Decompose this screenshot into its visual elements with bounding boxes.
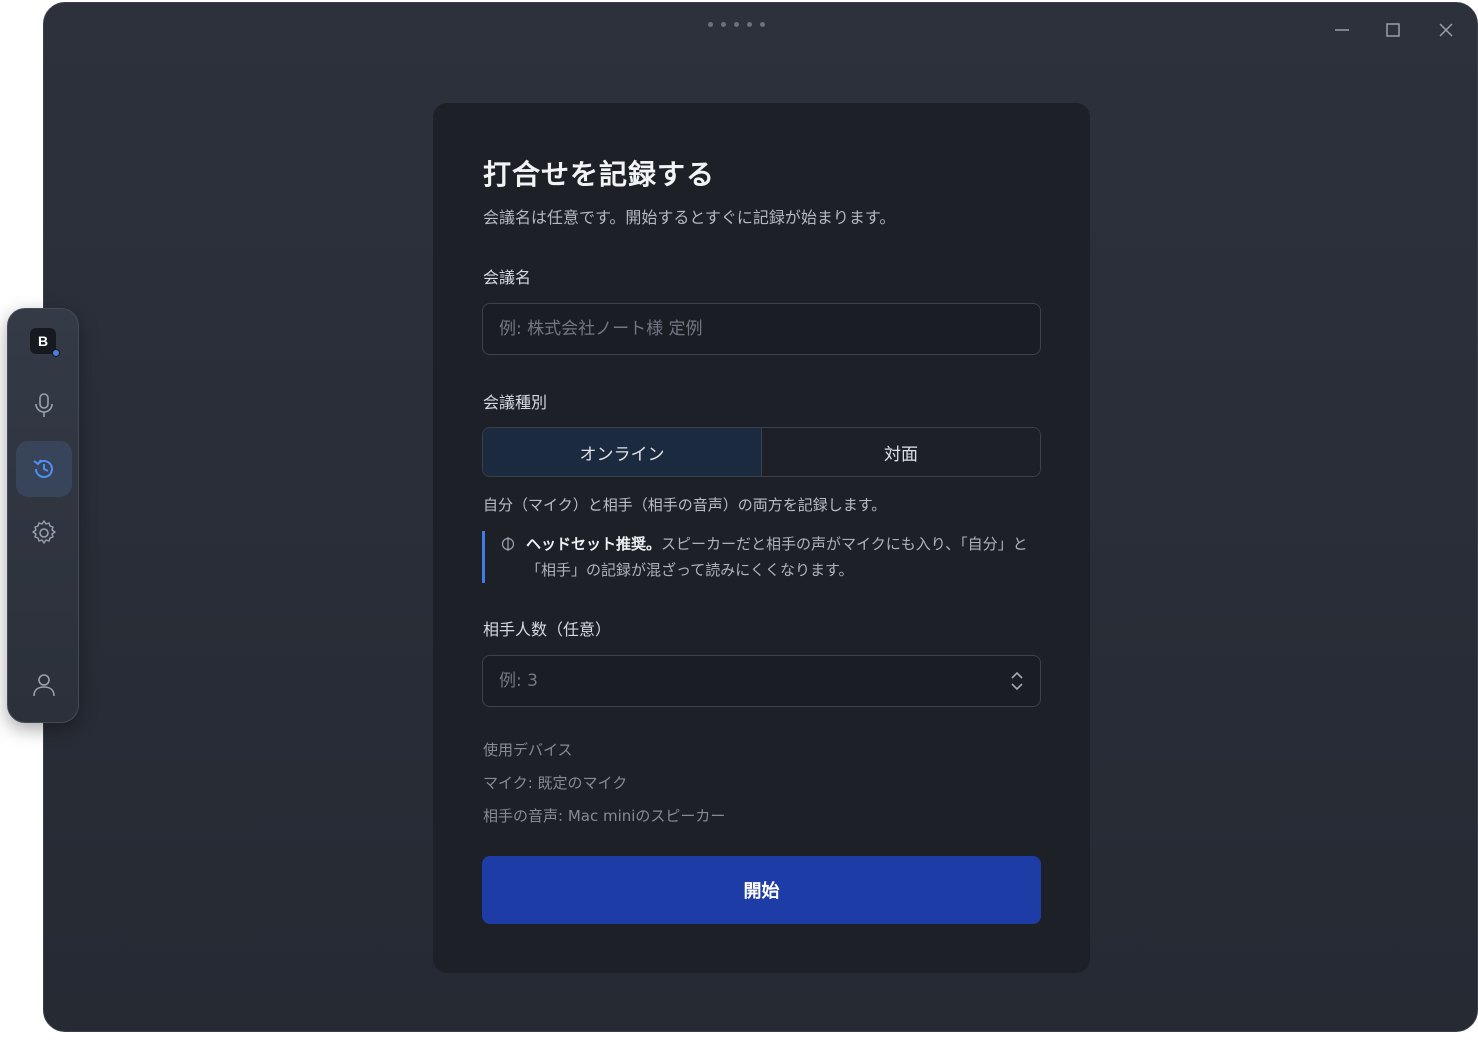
note-text: ヘッドセット推奨。スピーカーだと相手の声がマイクにも入り、「自分」と「相手」の記…: [526, 531, 1038, 583]
stepper-icon: [1011, 671, 1023, 691]
meeting-type-online[interactable]: オンライン: [483, 428, 762, 476]
maximize-button[interactable]: [1380, 17, 1406, 43]
history-icon: [33, 459, 53, 478]
meeting-type-label: 会議種別: [483, 393, 548, 412]
record-meeting-card: 打合せを記録する 会議名は任意です。開始するとすぐに記録が始まります。 会議名 …: [433, 103, 1090, 973]
drag-handle[interactable]: [708, 22, 765, 27]
sidebar-item-history[interactable]: [16, 441, 72, 497]
user-icon: [33, 674, 55, 697]
start-button[interactable]: 開始: [482, 856, 1041, 924]
speaker-device: 相手の音声: Mac miniのスピーカー: [483, 807, 726, 825]
maximize-icon: [1386, 23, 1400, 37]
close-icon: [1439, 23, 1453, 37]
sidebar-item-settings[interactable]: [16, 505, 72, 561]
sidebar-item-account[interactable]: [16, 657, 72, 713]
sidebar: B: [7, 308, 79, 723]
microphone-device: マイク: 既定のマイク: [483, 774, 628, 792]
sidebar-item-microphone[interactable]: [16, 377, 72, 433]
participants-label: 相手人数（任意）: [483, 620, 612, 639]
page-title: 打合せを記録する: [483, 158, 716, 191]
headset-recommendation-note: ヘッドセット推奨。スピーカーだと相手の声がマイクにも入り、「自分」と「相手」の記…: [482, 531, 1038, 583]
meeting-type-toggle: オンライン 対面: [482, 427, 1041, 477]
recording-hint: 自分（マイク）と相手（相手の音声）の両方を記録します。: [483, 496, 887, 514]
minimize-icon: [1335, 29, 1349, 31]
info-icon: [501, 535, 515, 557]
page-subtitle: 会議名は任意です。開始するとすぐに記録が始まります。: [483, 208, 896, 227]
meeting-type-in-person[interactable]: 対面: [762, 428, 1040, 476]
status-dot: [52, 349, 60, 357]
microphone-icon: [35, 393, 53, 417]
gear-icon: [32, 520, 56, 544]
minimize-button[interactable]: [1329, 17, 1355, 43]
participants-input[interactable]: [482, 655, 1041, 707]
meeting-name-input[interactable]: [482, 303, 1041, 355]
number-stepper[interactable]: [1009, 670, 1025, 696]
devices-heading: 使用デバイス: [483, 741, 573, 759]
note-emphasis: ヘッドセット推奨。: [526, 535, 662, 553]
close-button[interactable]: [1433, 17, 1459, 43]
logo-letter: B: [37, 333, 49, 349]
meeting-name-label: 会議名: [483, 268, 532, 287]
app-logo[interactable]: B: [30, 328, 60, 357]
participants-field: [482, 655, 1041, 707]
app-window: 打合せを記録する 会議名は任意です。開始するとすぐに記録が始まります。 会議名 …: [43, 2, 1478, 1032]
